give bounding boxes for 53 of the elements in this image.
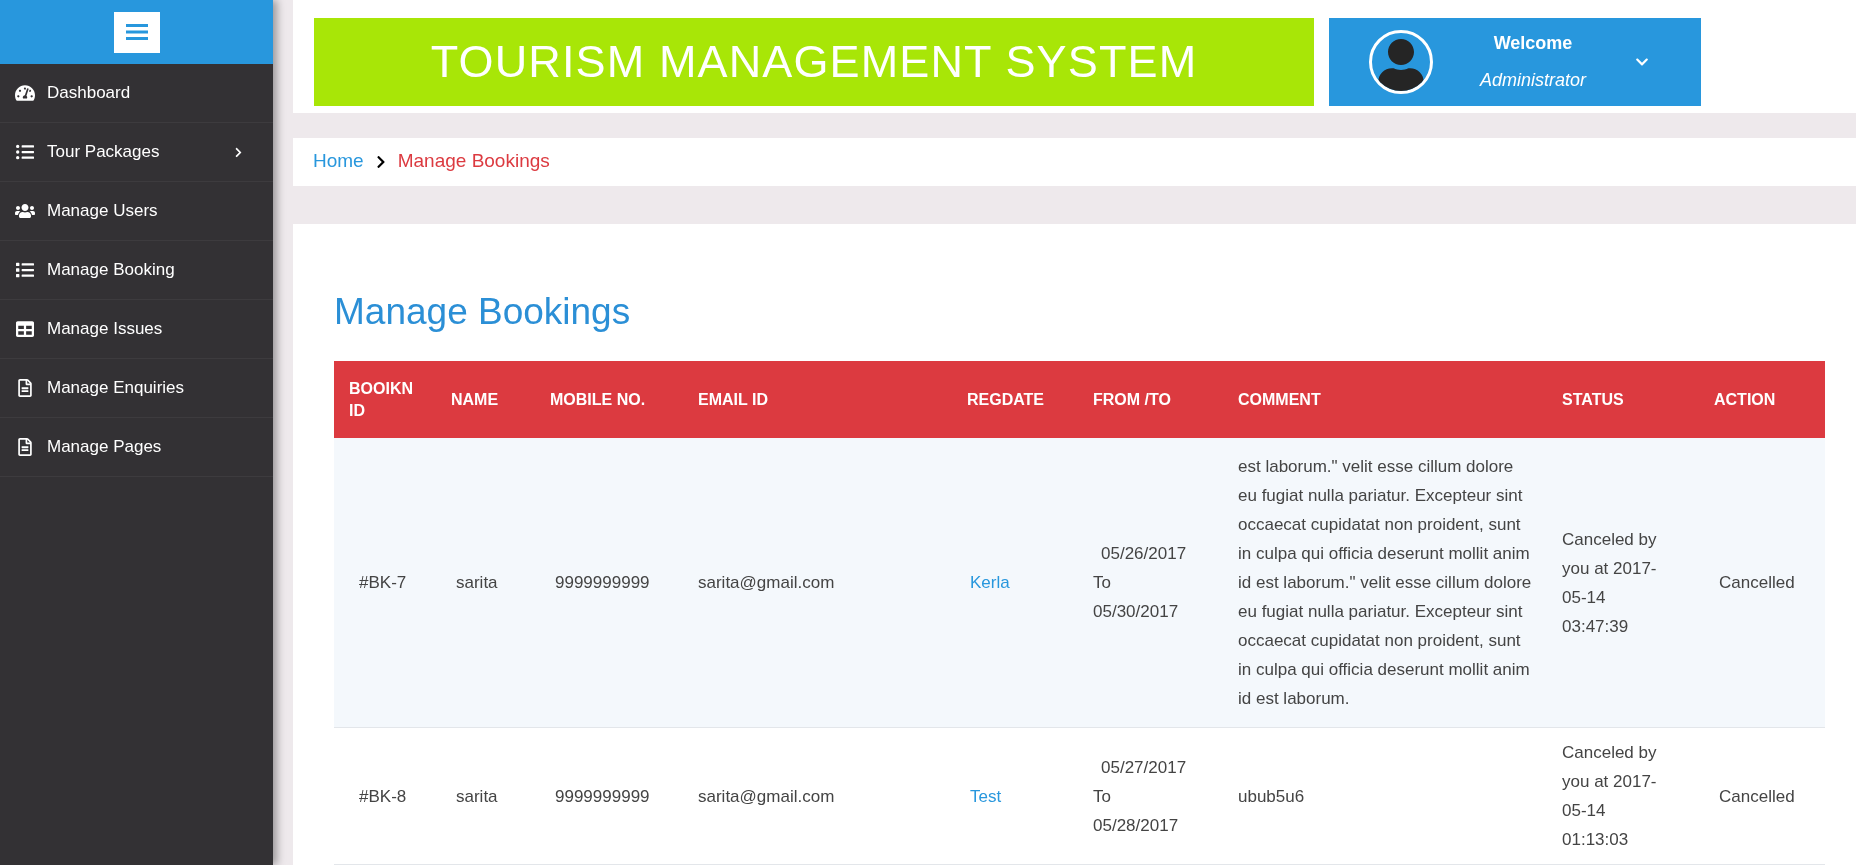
table-cell: sarita bbox=[456, 786, 498, 806]
table-cell: Canceled by you at 2017-05-14 01:13:03 bbox=[1562, 743, 1657, 849]
sidebar-item[interactable]: Manage Users bbox=[0, 182, 273, 241]
sidebar-item[interactable]: Dashboard bbox=[0, 64, 273, 123]
page-title: Manage Bookings bbox=[334, 289, 632, 334]
table-cell-text: To bbox=[1093, 572, 1112, 594]
column-header: STATUS bbox=[1547, 361, 1699, 438]
table-cell: 9999999999 bbox=[555, 786, 650, 806]
column-header: EMAIL ID bbox=[683, 361, 952, 438]
column-header: BOOIKN ID bbox=[334, 361, 436, 438]
sidebar-item[interactable]: Manage Enquiries bbox=[0, 359, 273, 418]
column-header: REGDATE bbox=[952, 361, 1078, 438]
menu-icon bbox=[125, 23, 148, 41]
table-cell-text: 05/28/2017 bbox=[1093, 814, 1180, 837]
table-cell: sarita bbox=[456, 573, 498, 592]
table-cell: Canceled by you at 2017-05-14 03:47:39 bbox=[1562, 529, 1657, 636]
column-header: NAME bbox=[436, 361, 535, 438]
table-cell: #BK-8 bbox=[359, 786, 407, 806]
sidebar-item[interactable]: Tour Packages bbox=[0, 123, 273, 182]
column-header: FROM /TO bbox=[1078, 361, 1223, 438]
welcome-text: Welcome bbox=[1493, 32, 1573, 55]
column-header: MOBILE NO. bbox=[535, 361, 683, 438]
user-role: Administrator bbox=[1480, 69, 1586, 92]
table-cell: ubub5u6 bbox=[1238, 786, 1305, 806]
table-cell-text: 05/30/2017 bbox=[1093, 601, 1180, 623]
table-cell: est laborum." velit esse cillum dolore eu fugiat nulla pariatur. Excepteur sint occaecat cupidatat non proident, sunt in culpa qui officia deserunt mollit anim id est laborum." velit esse cillum dolore eu fugiat nulla pariatur. Excepteur sint occaecat cupidatat non proident, sunt in culpa qui officia deserunt mollit anim id est laborum. bbox=[1238, 457, 1532, 708]
table-cell-text: 05/26/2017 bbox=[1100, 543, 1188, 565]
menu-item-icon bbox=[15, 320, 35, 338]
column-header: COMMENT bbox=[1223, 361, 1547, 438]
site-title: TOURISM MANAGEMENT SYSTEM bbox=[430, 35, 1198, 90]
table-cell: #BK-7 bbox=[359, 573, 407, 592]
menu-item-icon bbox=[15, 261, 35, 279]
table-cell: 9999999999 bbox=[555, 573, 650, 592]
table-cell: sarita@gmail.com bbox=[698, 786, 835, 806]
table-cell-text: To bbox=[1093, 785, 1112, 808]
breadcrumb-link[interactable]: Manage Bookings bbox=[397, 147, 550, 176]
table-cell: Cancelled bbox=[1719, 786, 1795, 806]
sidebar-item[interactable]: Manage Issues bbox=[0, 300, 273, 359]
sidebar-item[interactable]: Manage Booking bbox=[0, 241, 273, 300]
table-cell: Cancelled bbox=[1719, 573, 1795, 592]
avatar-icon bbox=[1369, 30, 1433, 94]
table-cell-text: 05/27/2017 bbox=[1100, 756, 1188, 779]
column-header: ACTION bbox=[1699, 361, 1825, 438]
menu-item-icon bbox=[15, 379, 35, 397]
menu-item-icon bbox=[15, 202, 35, 220]
table-cell: sarita@gmail.com bbox=[698, 573, 835, 592]
menu-item-icon bbox=[15, 143, 35, 161]
breadcrumb-separator-icon bbox=[375, 154, 386, 169]
menu-button[interactable] bbox=[113, 11, 160, 53]
chevron-icon bbox=[234, 146, 243, 158]
menu-item-icon bbox=[15, 84, 35, 102]
menu-item-icon bbox=[15, 438, 35, 456]
sidebar-item[interactable]: Manage Pages bbox=[0, 418, 273, 477]
